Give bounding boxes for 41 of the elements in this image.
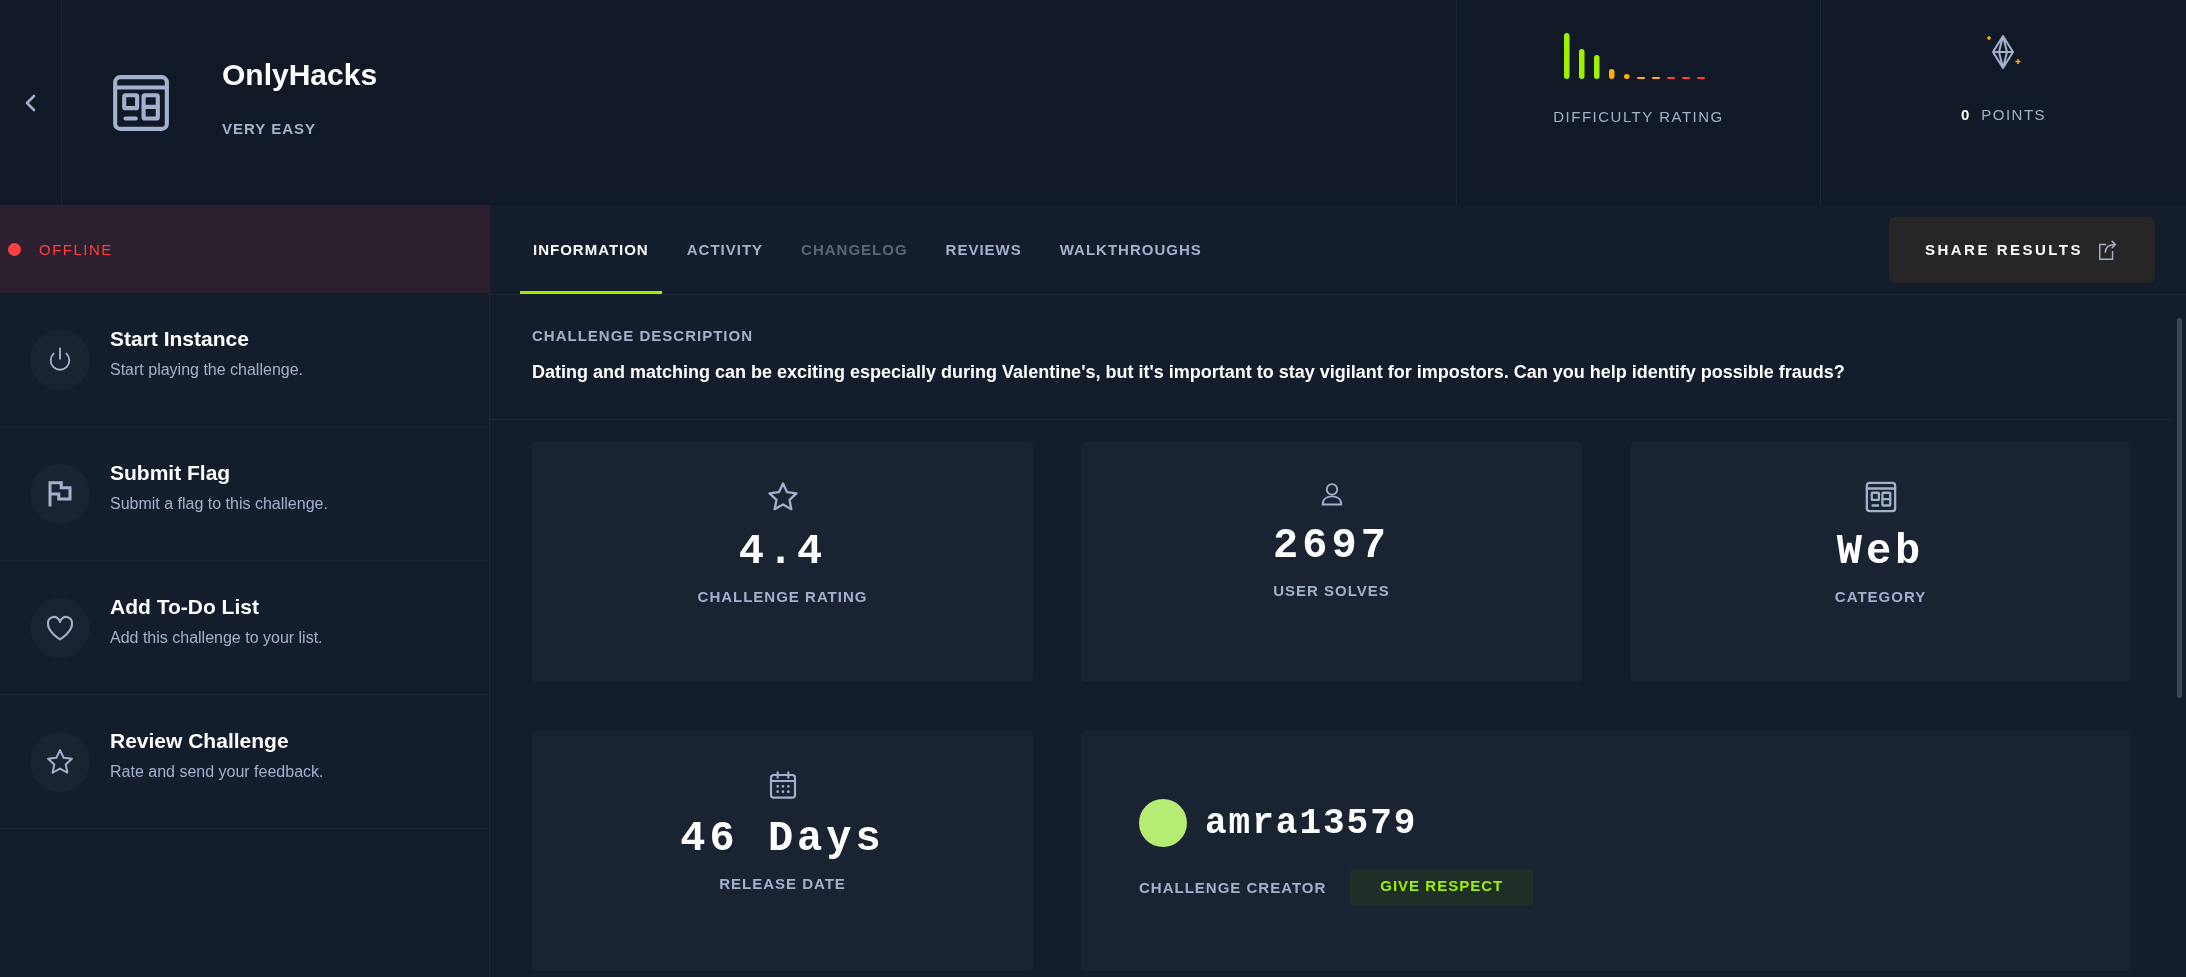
action-item[interactable]: Start Instance Start playing the challenge. [0, 293, 489, 427]
stat-label: CATEGORY [1834, 588, 1927, 605]
creator-name[interactable]: amra13579 [1205, 802, 1418, 844]
action-title: Review Challenge [110, 728, 290, 753]
avatar [1139, 799, 1187, 847]
stat-value: Web [1836, 528, 1925, 576]
status-text: OFFLINE [39, 240, 113, 258]
share-results-button[interactable]: SHARE RESULTS [1889, 216, 2155, 283]
stat-value: 46 Days [680, 815, 885, 863]
give-respect-button[interactable]: GIVE RESPECT [1350, 869, 1534, 906]
action-title: Start Instance [110, 326, 250, 351]
description-text: Dating and matching can be exciting especially during Valentine's, but it's important to stay vigilant for impostors. Can you help identify possible frauds? [532, 362, 1846, 383]
action-description: Add this challenge to your list. [110, 628, 323, 647]
diamond-icon [1984, 32, 2023, 72]
star-icon [45, 746, 75, 777]
action-description: Start playing the challenge. [110, 360, 303, 379]
layout-icon [1863, 480, 1898, 514]
stat-value: 2697 [1273, 522, 1390, 570]
stat-label: RELEASE DATE [719, 875, 846, 892]
stat-label: USER SOLVES [1273, 582, 1390, 599]
points-label: POINTS [1981, 106, 2047, 123]
tab[interactable]: REVIEWS [932, 205, 1035, 294]
action-description: Rate and send your feedback. [110, 762, 324, 781]
scrollbar-thumb[interactable] [2177, 318, 2182, 698]
action-title: Add To-Do List [110, 594, 260, 619]
action-item[interactable]: Add To-Do List Add this challenge to your list. [0, 561, 489, 695]
action-item[interactable]: Review Challenge Rate and send your feedback. [0, 695, 489, 829]
description-heading: CHALLENGE DESCRIPTION [532, 327, 754, 344]
action-title: Submit Flag [110, 460, 232, 485]
tab[interactable]: INFORMATION [520, 205, 662, 294]
tab[interactable]: ACTIVITY [673, 205, 777, 294]
challenge-title: OnlyHacks [222, 58, 378, 92]
difficulty-label: DIFFICULTY RATING [1553, 108, 1724, 125]
tab[interactable]: WALKTHROUGHS [1046, 205, 1215, 294]
stat-label: CHALLENGE RATING [697, 588, 868, 605]
difficulty-level: VERY EASY [222, 120, 318, 137]
points-value: 0 [1960, 106, 1970, 123]
creator-label: CHALLENGE CREATOR [1139, 879, 1327, 896]
action-description: Submit a flag to this challenge. [110, 494, 328, 513]
action-item[interactable]: Submit Flag Submit a flag to this challenge. [0, 427, 489, 561]
stat-value: 4.4 [738, 528, 827, 576]
